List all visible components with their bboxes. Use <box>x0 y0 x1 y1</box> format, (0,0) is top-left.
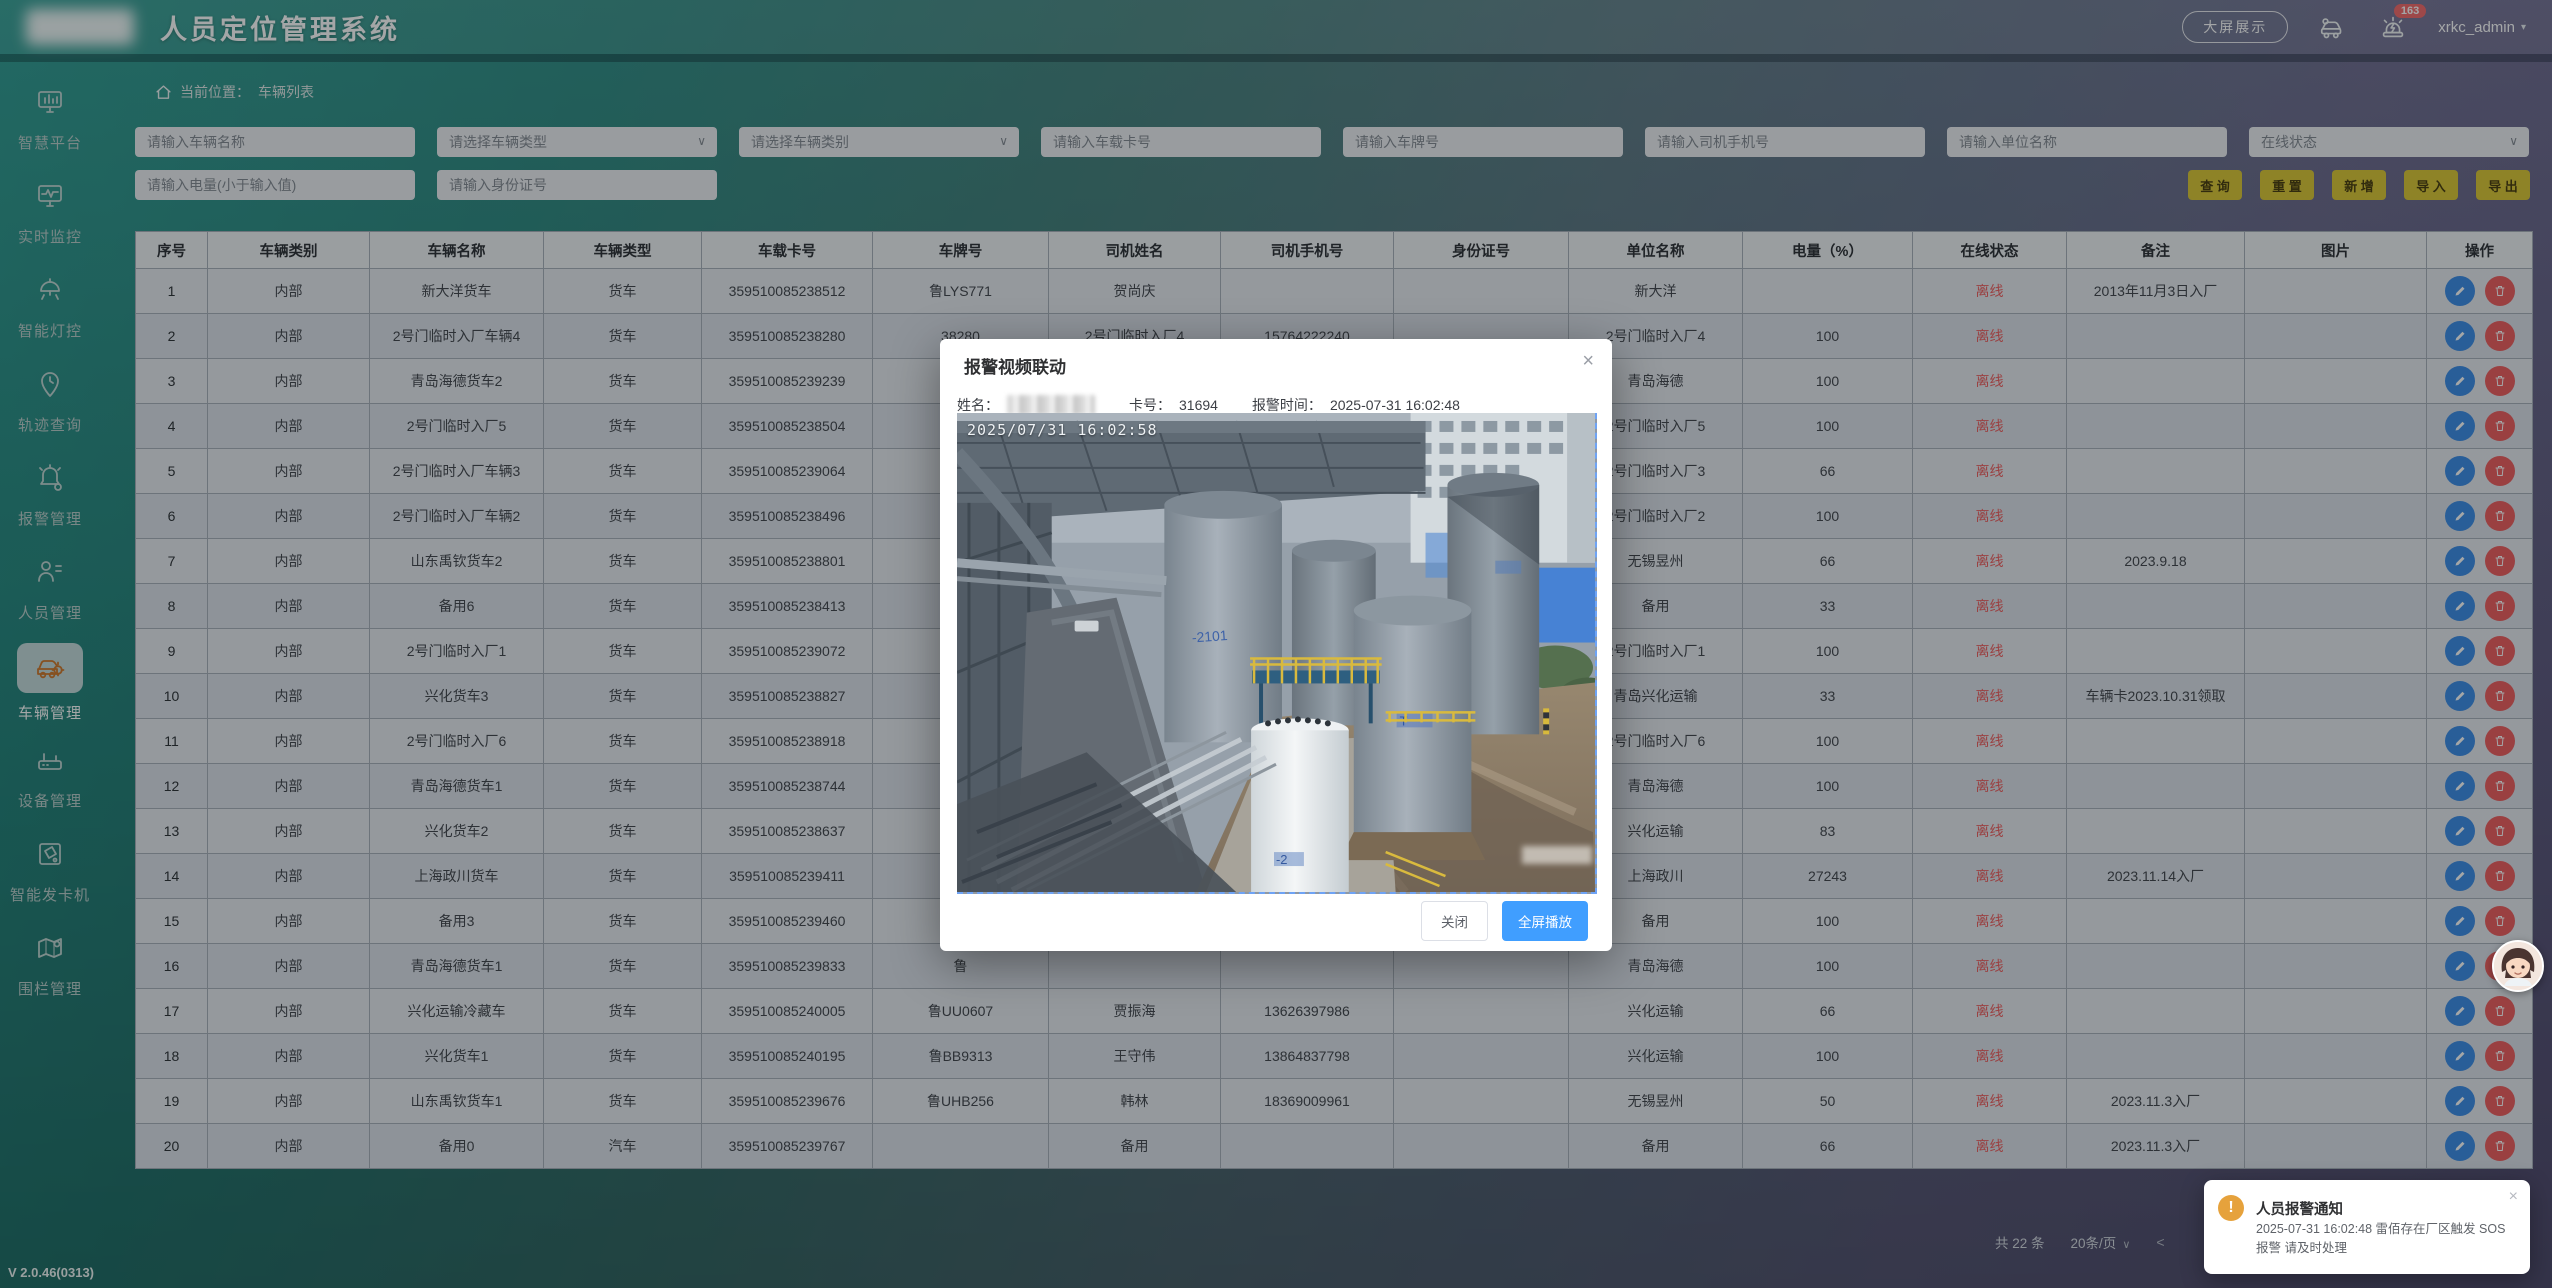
plant-camera-scene: -2101 T -2 <box>957 413 1595 892</box>
app-root: 人员定位管理系统 大屏展示 163 xrkc_admin ▾ 智慧平台 实时监控… <box>0 0 2552 1288</box>
redacted-name <box>1007 395 1095 415</box>
warning-icon: ! <box>2218 1195 2244 1221</box>
svg-text:-2101: -2101 <box>1191 627 1228 645</box>
card-label: 卡号： <box>1129 395 1171 415</box>
svg-text:-2: -2 <box>1276 852 1288 867</box>
close-button[interactable]: 关闭 <box>1421 901 1488 941</box>
assistant-avatar[interactable] <box>2492 940 2544 992</box>
fullscreen-play-button[interactable]: 全屏播放 <box>1502 901 1588 941</box>
time-value: 2025-07-31 16:02:48 <box>1330 397 1460 413</box>
close-icon[interactable]: × <box>2509 1188 2518 1206</box>
alarm-toast: ! 人员报警通知 × 2025-07-31 16:02:48 雷佰存在厂区触发 … <box>2204 1180 2530 1274</box>
redacted-patch <box>1522 846 1592 864</box>
toast-title: 人员报警通知 <box>2256 1198 2343 1219</box>
dialog-title: 报警视频联动 <box>964 353 1066 378</box>
name-label: 姓名： <box>957 395 999 415</box>
dialog-footer: 关闭 全屏播放 <box>940 891 1612 951</box>
alarm-video-dialog: 报警视频联动 × 姓名： 卡号： 31694 报警时间： 2025-07-31 … <box>940 339 1612 951</box>
camera-timestamp: 2025/07/31 16:02:58 <box>967 421 1158 439</box>
cctv-video-frame[interactable]: -2101 T -2 <box>957 413 1597 894</box>
close-icon[interactable]: × <box>1582 351 1594 371</box>
time-label: 报警时间： <box>1252 395 1322 415</box>
card-value: 31694 <box>1179 397 1218 413</box>
avatar-face <box>2494 942 2542 990</box>
alarm-info-line: 姓名： 卡号： 31694 报警时间： 2025-07-31 16:02:48 <box>957 395 1460 415</box>
toast-message: 2025-07-31 16:02:48 雷佰存在厂区触发 SOS报警 请及时处理 <box>2256 1220 2516 1259</box>
